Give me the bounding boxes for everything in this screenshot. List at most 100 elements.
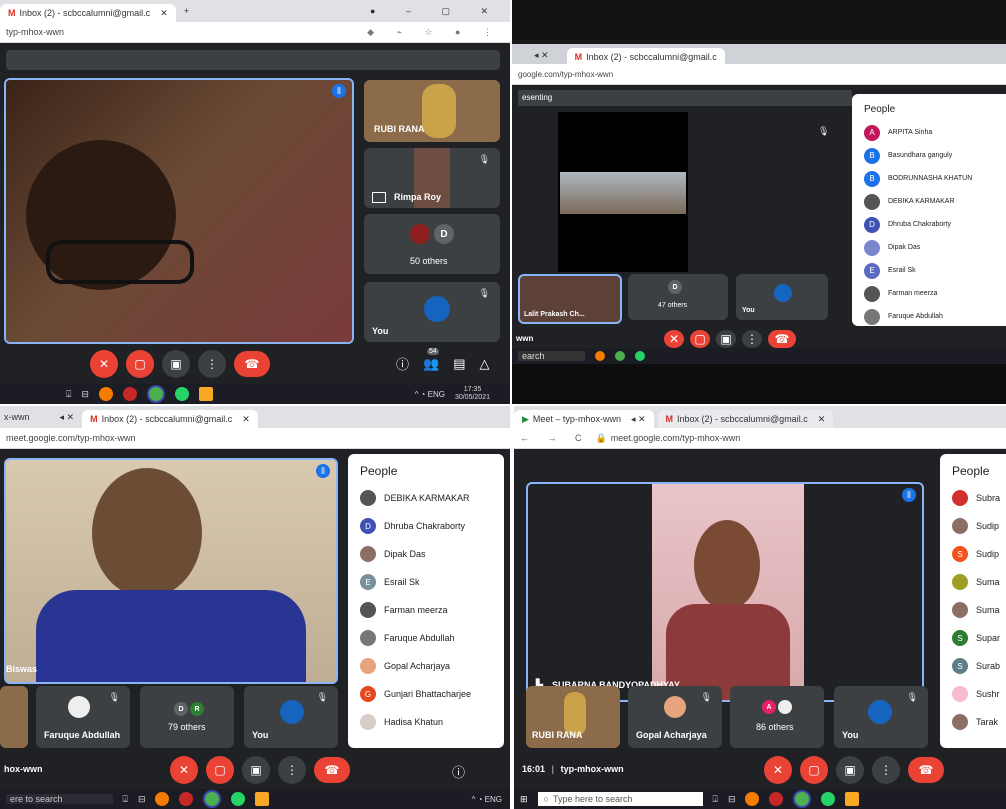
people-icon[interactable]: 👥 54 xyxy=(423,347,439,372)
participant-row[interactable]: S Supar xyxy=(940,624,1006,652)
whatsapp-icon[interactable] xyxy=(634,351,645,361)
participant-row[interactable]: S Surab xyxy=(940,652,1006,680)
participant-row[interactable]: Faruque Abdullah xyxy=(348,624,504,652)
more-options-button[interactable]: ⋮ xyxy=(198,350,226,378)
camera-off-button[interactable]: ▢ xyxy=(126,350,154,378)
participant-row[interactable]: E Esrail Sk xyxy=(348,568,504,596)
participant-row[interactable]: G Gunjari Bhattacharjee xyxy=(348,680,504,708)
main-video-tile[interactable]: ⦀ Biswas xyxy=(4,458,338,684)
participant-row[interactable]: Dipak Das xyxy=(852,236,1006,259)
more-options-button[interactable]: ⋮ xyxy=(278,756,306,784)
mic-icon[interactable]: ⍗ xyxy=(123,794,128,805)
mute-tab-icon[interactable]: ◂ ✕ xyxy=(631,414,646,425)
extension-icons[interactable]: ◆ ⌁ ☆ ● ⋮ xyxy=(367,27,502,38)
participant-row[interactable]: Dipak Das xyxy=(348,540,504,568)
windows-icon[interactable]: ⊞ xyxy=(520,794,528,805)
firefox-icon[interactable] xyxy=(745,792,760,806)
tile-you[interactable]: You 🎙 xyxy=(244,686,338,748)
whatsapp-icon[interactable] xyxy=(174,387,189,401)
opera-icon[interactable] xyxy=(769,792,784,806)
participant-row[interactable]: E Esrail Sk xyxy=(852,259,1006,282)
present-button[interactable]: ▣ xyxy=(162,350,190,378)
tile-you[interactable]: You 🎙 xyxy=(834,686,928,748)
info-icon[interactable]: ⓘ xyxy=(396,354,409,373)
window-controls[interactable]: ● – ▢ ✕ xyxy=(370,6,502,17)
address-bar[interactable]: ← → C 🔒 meet.google.com/typ-mhox-wwn xyxy=(514,428,1006,449)
participant-row[interactable]: Farman meerza xyxy=(852,282,1006,305)
taskview-icon[interactable]: ⊟ xyxy=(81,389,89,400)
participant-row[interactable]: Suma xyxy=(940,568,1006,596)
mic-icon[interactable]: ⍗ xyxy=(66,389,71,400)
participant-row[interactable]: Sudip xyxy=(940,512,1006,540)
tile-others[interactable]: A 86 others xyxy=(730,686,824,748)
camera-off-button[interactable]: ▢ xyxy=(206,756,234,784)
mic-off-button[interactable]: ✕ xyxy=(90,350,118,378)
app-icon[interactable] xyxy=(198,387,213,401)
participant-row[interactable]: Farman meerza xyxy=(348,596,504,624)
search-box[interactable]: ere to search xyxy=(6,794,113,804)
activities-icon[interactable]: △ xyxy=(480,356,490,372)
tile-rubi-rana[interactable]: RUBI RANA xyxy=(364,80,500,142)
tile-you[interactable]: You xyxy=(736,274,828,320)
nav-buttons[interactable]: ← → C xyxy=(520,433,590,443)
close-tab-icon[interactable]: ✕ xyxy=(160,8,168,19)
tile-others[interactable]: D 50 others xyxy=(364,214,500,274)
address-bar[interactable]: google.com/typ-mhox-wwn xyxy=(512,64,1006,85)
address-bar[interactable]: meet.google.com/typ-mhox-wwn xyxy=(0,428,510,449)
tile-rubi-rana[interactable]: RUBI RANA xyxy=(526,686,620,748)
participant-row[interactable]: Suma xyxy=(940,596,1006,624)
presentation-tile[interactable] xyxy=(558,112,688,272)
present-button[interactable]: ▣ xyxy=(836,756,864,784)
chrome-icon[interactable] xyxy=(203,790,222,808)
chat-icon[interactable]: ▤ xyxy=(453,356,465,372)
participant-row[interactable]: B BODRUNNASHA KHATUN xyxy=(852,167,1006,190)
opera-icon[interactable] xyxy=(122,387,137,401)
tile-gopal[interactable]: Gopal Acharjaya 🎙 xyxy=(628,686,722,748)
address-bar[interactable]: typ-mhox-wwn ◆ ⌁ ☆ ● ⋮ xyxy=(0,22,510,43)
mic-icon[interactable]: ⍗ xyxy=(713,794,718,805)
opera-icon[interactable] xyxy=(179,792,194,806)
present-button[interactable]: ▣ xyxy=(716,330,736,348)
participant-row[interactable]: Sushr xyxy=(940,680,1006,708)
participant-row[interactable]: Subra xyxy=(940,484,1006,512)
participant-row[interactable]: Hadisa Khatun xyxy=(348,708,504,736)
end-call-button[interactable]: ☎ xyxy=(314,757,350,783)
tile-others[interactable]: D R 79 others xyxy=(140,686,234,748)
firefox-icon[interactable] xyxy=(594,351,605,361)
chrome-icon[interactable] xyxy=(793,790,812,808)
end-call-button[interactable]: ☎ xyxy=(908,757,944,783)
participant-row[interactable]: DEBIKA KARMAKAR xyxy=(348,484,504,512)
participant-row[interactable]: S Sudip xyxy=(940,540,1006,568)
firefox-icon[interactable] xyxy=(155,792,170,806)
participant-row[interactable]: Faruque Abdullah xyxy=(852,305,1006,328)
main-video-tile[interactable]: ⦀ ▙ SUBARNA BANDYOPADHYAY xyxy=(526,482,924,702)
taskview-icon[interactable]: ⊟ xyxy=(728,794,736,805)
camera-off-button[interactable]: ▢ xyxy=(690,330,710,348)
app-icon[interactable] xyxy=(255,792,270,806)
close-tab-icon[interactable]: ✕ xyxy=(242,414,250,425)
more-options-button[interactable]: ⋮ xyxy=(872,756,900,784)
chrome-icon[interactable] xyxy=(146,385,165,403)
browser-tab-inbox[interactable]: M Inbox (2) - scbccalumni@gmail.c ✕ xyxy=(82,410,258,428)
participant-row[interactable]: D Dhruba Chakraborty xyxy=(852,213,1006,236)
firefox-icon[interactable] xyxy=(98,387,113,401)
whatsapp-icon[interactable] xyxy=(821,792,836,806)
close-tab-icon[interactable]: ✕ xyxy=(818,414,826,425)
mic-off-button[interactable]: ✕ xyxy=(664,330,684,348)
browser-tab-meet[interactable]: ▶ Meet – typ-mhox-wwn ◂ ✕ xyxy=(514,410,654,428)
participant-row[interactable]: D Dhruba Chakraborty xyxy=(348,512,504,540)
tile-faruque[interactable]: Faruque Abdullah 🎙 xyxy=(36,686,130,748)
main-video-tile[interactable]: ⦀ xyxy=(4,78,354,344)
participant-row[interactable]: DEBIKA KARMAKAR xyxy=(852,190,1006,213)
tile-lalit[interactable]: Lalit Prakash Ch... xyxy=(518,274,622,324)
chrome-icon[interactable] xyxy=(614,351,625,361)
tile-rimpa-roy[interactable]: Rimpa Roy 🎙 xyxy=(364,148,500,208)
more-options-button[interactable]: ⋮ xyxy=(742,330,762,348)
whatsapp-icon[interactable] xyxy=(231,792,246,806)
camera-off-button[interactable]: ▢ xyxy=(800,756,828,784)
mute-tab-icon[interactable]: ◂ ✕ xyxy=(534,50,549,61)
info-icon[interactable]: ⓘ xyxy=(452,762,465,781)
search-box[interactable]: earch xyxy=(518,351,585,361)
mic-off-button[interactable]: ✕ xyxy=(764,756,792,784)
participant-row[interactable]: Gopal Acharjaya xyxy=(348,652,504,680)
